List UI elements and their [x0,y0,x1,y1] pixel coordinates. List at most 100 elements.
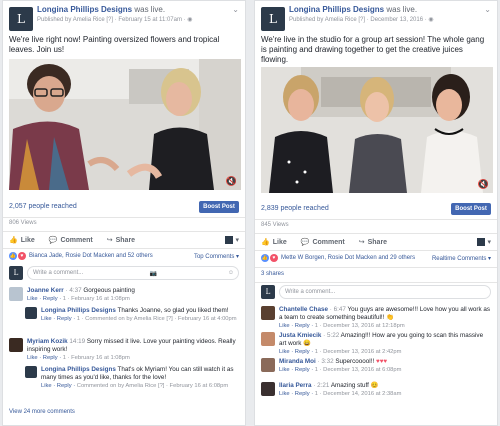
comment-item: Justa Kmiecik · 5:22 Amazing!!! How are … [261,332,491,356]
comments-sort-dropdown[interactable]: Top Comments ▾ [194,253,239,260]
post-header: L Longina Phillips Designs was live. Pub… [3,1,245,35]
boost-post-button[interactable]: Boost Post [199,201,239,213]
commenter-avatar[interactable] [261,306,275,320]
live-video[interactable]: 🔇 [9,59,241,190]
commenter-name[interactable]: Ilaria Perra [279,382,312,389]
share-label: Share [367,239,388,246]
commenter-avatar[interactable] [261,382,275,396]
published-info: Published by Amelia Rice [?] · December … [289,17,429,23]
people-reached-link[interactable]: 2,839 people reached [261,205,329,212]
post-actions: 👍 Like 💬 Comment ↪ Share ▾ [9,234,239,246]
commenter-name[interactable]: Joanne Kerr [27,287,64,294]
people-reached-link[interactable]: 2,057 people reached [9,203,77,210]
smiley-emoji-icon: 😊 [370,382,379,389]
page-mini-avatar [477,238,486,246]
post-as-selector[interactable]: ▾ [225,236,239,244]
reply-actions[interactable]: Like · Reply · [41,316,77,322]
comment-timestamp[interactable]: · 2:21 [313,382,329,389]
page-avatar[interactable]: L [9,7,33,31]
comment-placeholder: Write a comment... [33,270,84,276]
reply-item: Longina Phillips Designs Thanks Joanne, … [25,307,239,323]
reactions-row[interactable]: 👍 ♥ Bianca Jade, Rosie Dot Macken and 52 … [9,251,239,261]
comment-timestamp[interactable]: 14:19 [69,338,85,345]
reply-meta: 1 · Commented on by Amelia Rice [?] · Fe… [76,316,237,322]
post-text: We're live right now! Painting oversized… [9,35,220,54]
share-button[interactable]: ↪ Share [359,238,387,246]
thumbs-up-icon: 👍 [261,239,270,246]
comment-actions[interactable]: Like · Reply · [279,323,315,329]
share-button[interactable]: ↪ Share [107,236,135,244]
comment-timestamp[interactable]: · 3:32 [317,358,333,365]
comment-icon: 💬 [48,237,58,244]
commenter-name[interactable]: Myriam Kozik [27,338,68,345]
page-name-link[interactable]: Longina Phillips Designs [37,5,132,14]
comment-button[interactable]: 💬 Comment [49,236,93,244]
like-label: Like [20,237,35,244]
commenter-avatar[interactable] [261,358,275,372]
dropdown-arrow-icon: ▾ [235,237,239,244]
comment-timestamp[interactable]: · 6:47 [330,306,346,313]
comment-item: Ilaria Perra · 2:21 Amazing stuff 😊 Like… [261,382,491,398]
commenter-name[interactable]: Chantelle Chase [279,306,328,313]
reply-avatar[interactable] [25,307,37,319]
emoji-icon[interactable]: ☺ [228,270,234,276]
comment-actions[interactable]: Like · Reply · [279,367,315,373]
comment-input[interactable]: Write a comment... 📷 ☺ [27,266,239,280]
comment-actions[interactable]: Like · Reply · [279,391,315,397]
dropdown-arrow-icon: ▾ [487,239,491,246]
commenter-avatar[interactable] [261,332,275,346]
reactions-names[interactable]: Bianca Jade, Rosie Dot Macken and 52 oth… [29,253,153,259]
post-actions: 👍 Like 💬 Comment ↪ Share ▾ [261,236,491,248]
reply-meta: Commented on by Amelia Rice [?] · Februa… [76,383,229,389]
comment-actions[interactable]: Like · Reply · [279,349,315,355]
comment-timestamp[interactable]: · 5:22 [323,332,339,339]
like-button[interactable]: 👍 Like [9,236,35,244]
live-video[interactable]: 🔇 [261,67,493,193]
comment-meta: 1 · February 16 at 1:08pm [62,355,130,361]
page-avatar[interactable]: L [261,7,285,31]
comment-timestamp[interactable]: · 4:37 [66,287,82,294]
shares-count-link[interactable]: 3 shares [261,271,284,277]
comment-meta: 1 · February 16 at 1:08pm [62,296,130,302]
mute-icon[interactable]: 🔇 [478,179,489,190]
comment-button[interactable]: 💬 Comment [301,238,345,246]
post-text: We're live in the studio for a group art… [261,35,485,64]
replier-name[interactable]: Longina Phillips Designs [41,307,116,314]
commenter-name[interactable]: Justa Kmiecik [279,332,321,339]
reactions-names[interactable]: Mette W Borgen, Rosie Dot Macken and 29 … [281,255,415,261]
comment-actions[interactable]: Like · Reply · [27,296,63,302]
like-button[interactable]: 👍 Like [261,238,287,246]
comment-text: Gorgeous painting [83,287,135,294]
page-name-link[interactable]: Longina Phillips Designs [289,5,384,14]
replier-name[interactable]: Longina Phillips Designs [41,366,116,373]
mute-icon[interactable]: 🔇 [226,176,237,187]
video-frame-image [9,59,241,190]
post-options-chevron-icon[interactable]: ⌄ [484,5,491,14]
reactions-row[interactable]: 👍 ♥ Mette W Borgen, Rosie Dot Macken and … [261,253,491,263]
comment-meta: 1 · December 13, 2016 at 12:18pm [314,323,405,329]
comment-placeholder: Write a comment... [285,289,336,295]
love-reaction-icon: ♥ [270,254,278,262]
clapping-emoji-icon: 👏 [386,314,394,321]
commenter-name[interactable]: Miranda Moi [279,358,316,365]
commenter-avatar[interactable] [9,287,23,301]
reply-avatar[interactable] [25,366,37,378]
reply-item: Longina Phillips Designs That's ok Myria… [25,366,239,390]
view-more-comments-link[interactable]: View 24 more comments [9,409,75,415]
comment-input[interactable]: Write a comment... [279,285,491,299]
boost-post-button[interactable]: Boost Post [451,203,491,215]
share-icon: ↪ [106,237,113,244]
like-reaction-icon: 👍 [9,252,17,260]
commenter-avatar[interactable] [9,338,23,352]
comments-sort-dropdown[interactable]: Realtime Comments ▾ [432,255,491,262]
comment-composer: L Write a comment... [261,285,491,299]
post-as-selector[interactable]: ▾ [477,238,491,246]
comment-actions[interactable]: Like · Reply · [27,355,63,361]
globe-icon: ◉ [428,17,434,23]
comment-meta: 1 · December 13, 2016 at 2:42pm [314,349,402,355]
post-options-chevron-icon[interactable]: ⌄ [232,5,239,14]
reply-actions[interactable]: Like · Reply · [41,383,77,389]
reply-text: Thanks Joanne, so glad you liked them! [117,307,229,314]
camera-icon[interactable]: 📷 [150,270,157,277]
comment-item: Miranda Moi · 3:32 Supercooool!! ♥♥♥ Lik… [261,358,491,374]
